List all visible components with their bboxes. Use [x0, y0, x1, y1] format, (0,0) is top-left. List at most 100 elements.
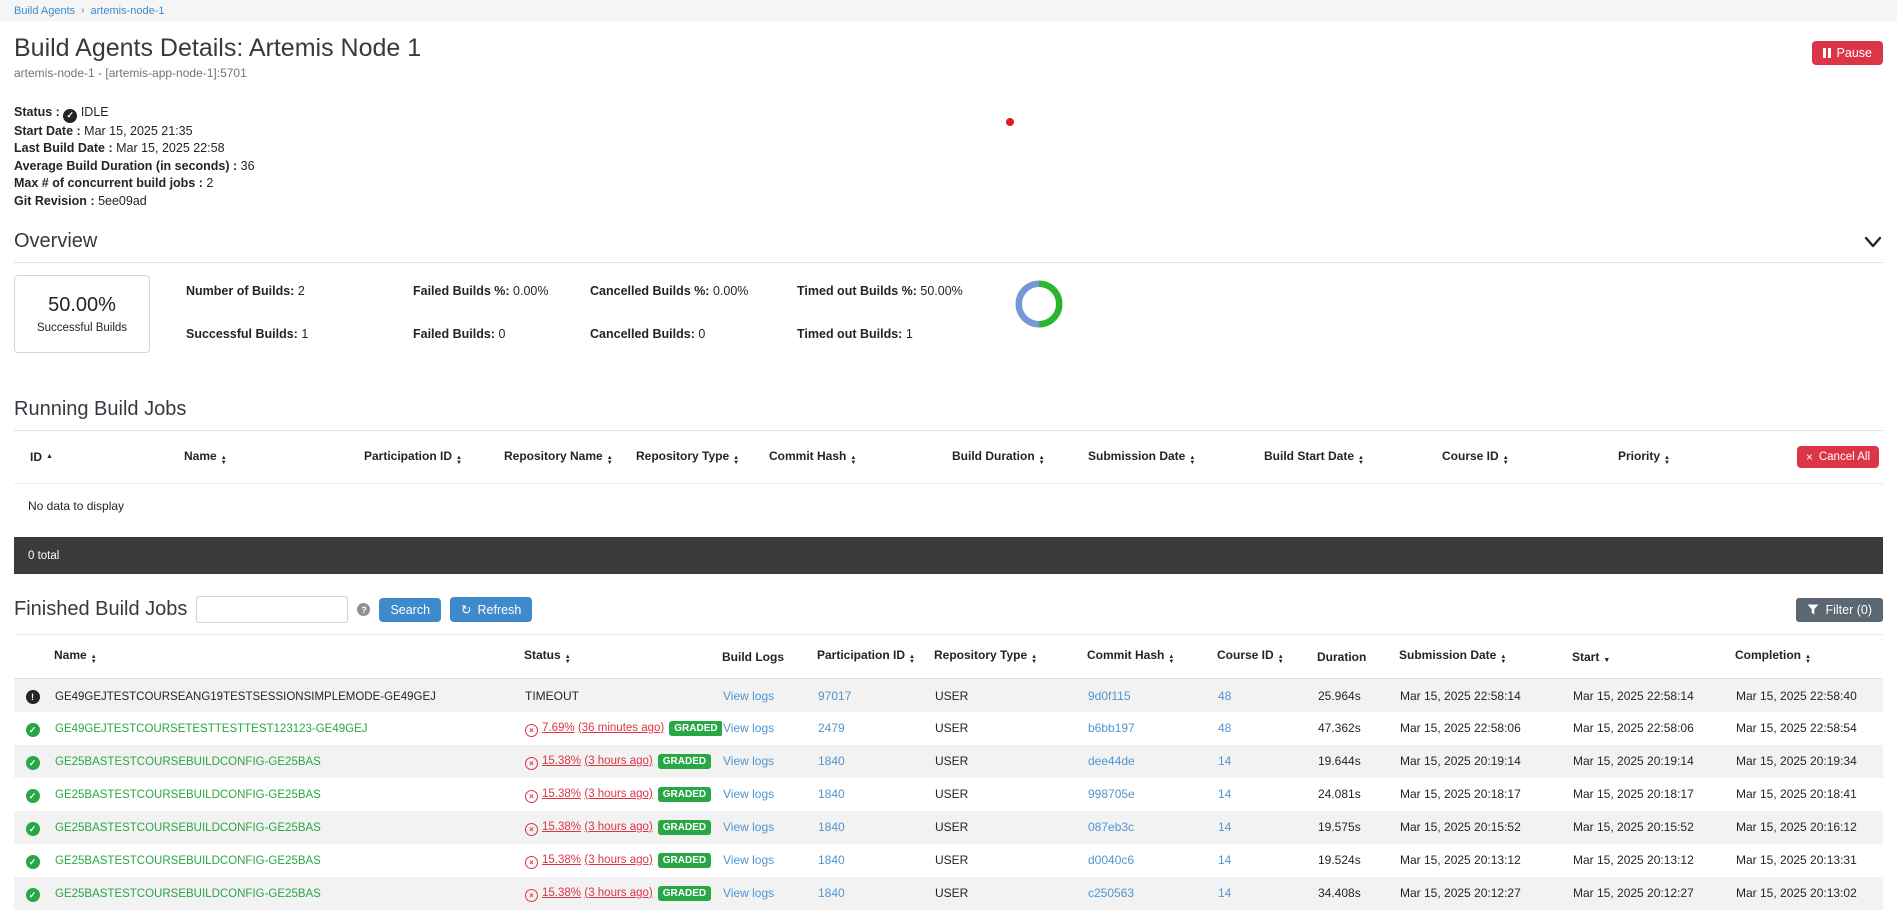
result-score-link[interactable]: 15.38%: [542, 788, 581, 800]
view-logs-link[interactable]: View logs: [723, 689, 774, 703]
job-name-link[interactable]: GE25BASTESTCOURSEBUILDCONFIG-GE25BAS: [55, 789, 321, 801]
result-score-link[interactable]: 15.38%: [542, 821, 581, 833]
participation-id-link[interactable]: 1840: [818, 787, 845, 801]
commit-hash-link[interactable]: 087eb3c: [1088, 820, 1134, 834]
column-header-build-start-date[interactable]: Build Start Date▲▼: [1264, 431, 1442, 484]
view-logs-link[interactable]: View logs: [723, 853, 774, 867]
success-rate-card: 50.00% Successful Builds: [14, 275, 150, 353]
participation-id-link[interactable]: 97017: [818, 689, 851, 703]
job-name-link[interactable]: GE25BASTESTCOURSEBUILDCONFIG-GE25BAS: [55, 855, 321, 867]
participation-id-link[interactable]: 1840: [818, 820, 845, 834]
result-ago-link[interactable]: (3 hours ago): [584, 854, 652, 866]
column-header-participation-id[interactable]: Participation ID▲▼: [364, 431, 504, 484]
completion-date: Mar 15, 2025 22:58:40: [1736, 689, 1857, 703]
result-score-link[interactable]: 7.69%: [542, 722, 575, 734]
breadcrumb-link-build-agents[interactable]: Build Agents: [14, 5, 75, 17]
result-score-link[interactable]: 15.38%: [542, 755, 581, 767]
running-build-jobs-table: ID▲ Name▲▼ Participation ID▲▼ Repository…: [14, 431, 1883, 484]
column-header-commit-hash[interactable]: Commit Hash▲▼: [769, 431, 952, 484]
completion-date: Mar 15, 2025 20:19:34: [1736, 754, 1857, 768]
view-logs-link[interactable]: View logs: [723, 754, 774, 768]
view-logs-link[interactable]: View logs: [723, 721, 774, 735]
course-id-link[interactable]: 14: [1218, 787, 1231, 801]
table-row: ✓ GE25BASTESTCOURSEBUILDCONFIG-GE25BAS ×…: [14, 844, 1883, 877]
column-header-repository-type[interactable]: Repository Type▲▼: [934, 635, 1087, 679]
participation-id-link[interactable]: 1840: [818, 754, 845, 768]
result-score-link[interactable]: 15.38%: [542, 887, 581, 899]
table-row: ✓ GE25BASTESTCOURSEBUILDCONFIG-GE25BAS ×…: [14, 877, 1883, 910]
pause-button[interactable]: Pause: [1812, 41, 1883, 65]
participation-id-link[interactable]: 2479: [818, 721, 845, 735]
job-name-link[interactable]: GE49GEJTESTCOURSETESTTESTTEST123123-GE49…: [55, 723, 368, 735]
participation-id-link[interactable]: 1840: [818, 853, 845, 867]
sort-icon: ▲▼: [1031, 655, 1037, 665]
column-header-participation-id[interactable]: Participation ID▲▼: [817, 635, 934, 679]
commit-hash-link[interactable]: c250563: [1088, 886, 1134, 900]
course-id-link[interactable]: 14: [1218, 886, 1231, 900]
view-logs-link[interactable]: View logs: [723, 787, 774, 801]
sort-desc-icon: ▼: [1603, 657, 1610, 664]
column-header-completion[interactable]: Completion▲▼: [1735, 635, 1883, 679]
result-ago-link[interactable]: (36 minutes ago): [578, 722, 664, 734]
graded-badge: GRADED: [658, 853, 711, 868]
duration: 47.362s: [1318, 721, 1361, 735]
breadcrumb-separator-icon: ›: [81, 5, 84, 16]
column-header-repository-name[interactable]: Repository Name▲▼: [504, 431, 636, 484]
column-header-start[interactable]: Start▼: [1572, 635, 1735, 679]
job-name-link[interactable]: GE25BASTESTCOURSEBUILDCONFIG-GE25BAS: [55, 822, 321, 834]
column-header-status[interactable]: Status▲▼: [524, 635, 722, 679]
completion-date: Mar 15, 2025 20:16:12: [1736, 820, 1857, 834]
commit-hash-link[interactable]: b6bb197: [1088, 721, 1135, 735]
course-id-link[interactable]: 14: [1218, 754, 1231, 768]
column-header-name[interactable]: Name▲▼: [54, 635, 524, 679]
search-button[interactable]: Search: [379, 598, 441, 622]
column-header-build-duration[interactable]: Build Duration▲▼: [952, 431, 1088, 484]
course-id-link[interactable]: 14: [1218, 820, 1231, 834]
result-score-link[interactable]: 15.38%: [542, 854, 581, 866]
column-header-id[interactable]: ID▲: [14, 431, 184, 484]
column-header-repository-type[interactable]: Repository Type▲▼: [636, 431, 769, 484]
column-header-priority[interactable]: Priority▲▼: [1618, 431, 1758, 484]
job-name-link[interactable]: GE25BASTESTCOURSEBUILDCONFIG-GE25BAS: [55, 756, 321, 768]
help-icon[interactable]: ?: [357, 603, 370, 616]
refresh-button[interactable]: ↻ Refresh: [450, 597, 532, 622]
search-input[interactable]: [196, 596, 348, 623]
column-header-submission-date[interactable]: Submission Date▲▼: [1088, 431, 1264, 484]
job-name-link[interactable]: GE25BASTESTCOURSEBUILDCONFIG-GE25BAS: [55, 888, 321, 900]
duration: 19.644s: [1318, 754, 1361, 768]
cancel-all-button[interactable]: × Cancel All: [1797, 446, 1879, 468]
running-empty-message: No data to display: [14, 484, 1883, 528]
page-title: Build Agents Details: Artemis Node 1: [14, 33, 421, 63]
page-subtitle: artemis-node-1 - [artemis-app-node-1]:57…: [14, 66, 421, 80]
course-id-link[interactable]: 48: [1218, 689, 1231, 703]
commit-hash-link[interactable]: dee44de: [1088, 754, 1135, 768]
commit-hash-link[interactable]: d0040c6: [1088, 853, 1134, 867]
result-ago-link[interactable]: (3 hours ago): [584, 821, 652, 833]
course-id-link[interactable]: 14: [1218, 853, 1231, 867]
view-logs-link[interactable]: View logs: [723, 820, 774, 834]
column-header-name[interactable]: Name▲▼: [184, 431, 364, 484]
start-date-line: Start Date : Mar 15, 2025 21:35: [14, 123, 1883, 141]
status-idle-icon: ✓: [63, 109, 77, 123]
result-ago-link[interactable]: (3 hours ago): [584, 755, 652, 767]
result-ago-link[interactable]: (3 hours ago): [584, 887, 652, 899]
result-ago-link[interactable]: (3 hours ago): [584, 788, 652, 800]
view-logs-link[interactable]: View logs: [723, 886, 774, 900]
participation-id-link[interactable]: 1840: [818, 886, 845, 900]
filter-button[interactable]: Filter (0): [1796, 598, 1883, 622]
column-header-course-id[interactable]: Course ID▲▼: [1442, 431, 1618, 484]
course-id-link[interactable]: 48: [1218, 721, 1231, 735]
breadcrumb-link-node[interactable]: artemis-node-1: [91, 5, 165, 17]
completion-date: Mar 15, 2025 22:58:54: [1736, 721, 1857, 735]
chevron-down-icon[interactable]: [1863, 235, 1883, 249]
commit-hash-link[interactable]: 998705e: [1088, 787, 1135, 801]
column-header-submission-date[interactable]: Submission Date▲▼: [1399, 635, 1572, 679]
completion-date: Mar 15, 2025 20:13:31: [1736, 853, 1857, 867]
commit-hash-link[interactable]: 9d0f115: [1088, 689, 1131, 703]
filter-icon: [1807, 604, 1819, 615]
submission-date: Mar 15, 2025 20:12:27: [1400, 886, 1521, 900]
sort-icon: ▲▼: [850, 456, 856, 466]
finished-build-jobs-heading: Finished Build Jobs: [14, 598, 187, 621]
column-header-commit-hash[interactable]: Commit Hash▲▼: [1087, 635, 1217, 679]
column-header-course-id[interactable]: Course ID▲▼: [1217, 635, 1317, 679]
